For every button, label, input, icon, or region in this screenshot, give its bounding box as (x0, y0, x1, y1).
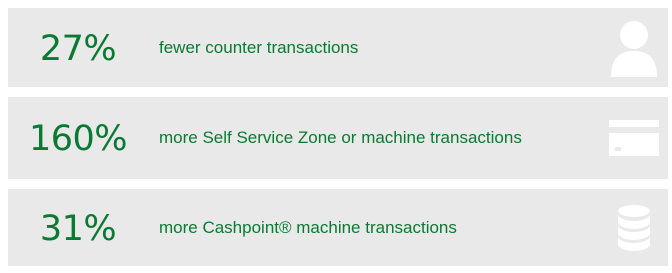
coin-stack-icon (604, 189, 664, 266)
stat-row-self-service: 160% more Self Service Zone or machine t… (8, 97, 668, 179)
stat-row-cashpoint: 31% more Cashpoint® machine transactions (8, 189, 668, 266)
stat-value: 31% (39, 208, 117, 249)
card-icon (604, 97, 664, 179)
stat-row-counter: 27% fewer counter transactions (8, 8, 668, 87)
stat-value: 27% (39, 28, 117, 69)
stat-description: more Cashpoint® machine transactions (159, 217, 457, 237)
stat-description: fewer counter transactions (159, 37, 359, 57)
stat-description: more Self Service Zone or machine transa… (159, 128, 522, 147)
person-icon (604, 8, 664, 87)
stat-value: 160% (28, 119, 128, 159)
